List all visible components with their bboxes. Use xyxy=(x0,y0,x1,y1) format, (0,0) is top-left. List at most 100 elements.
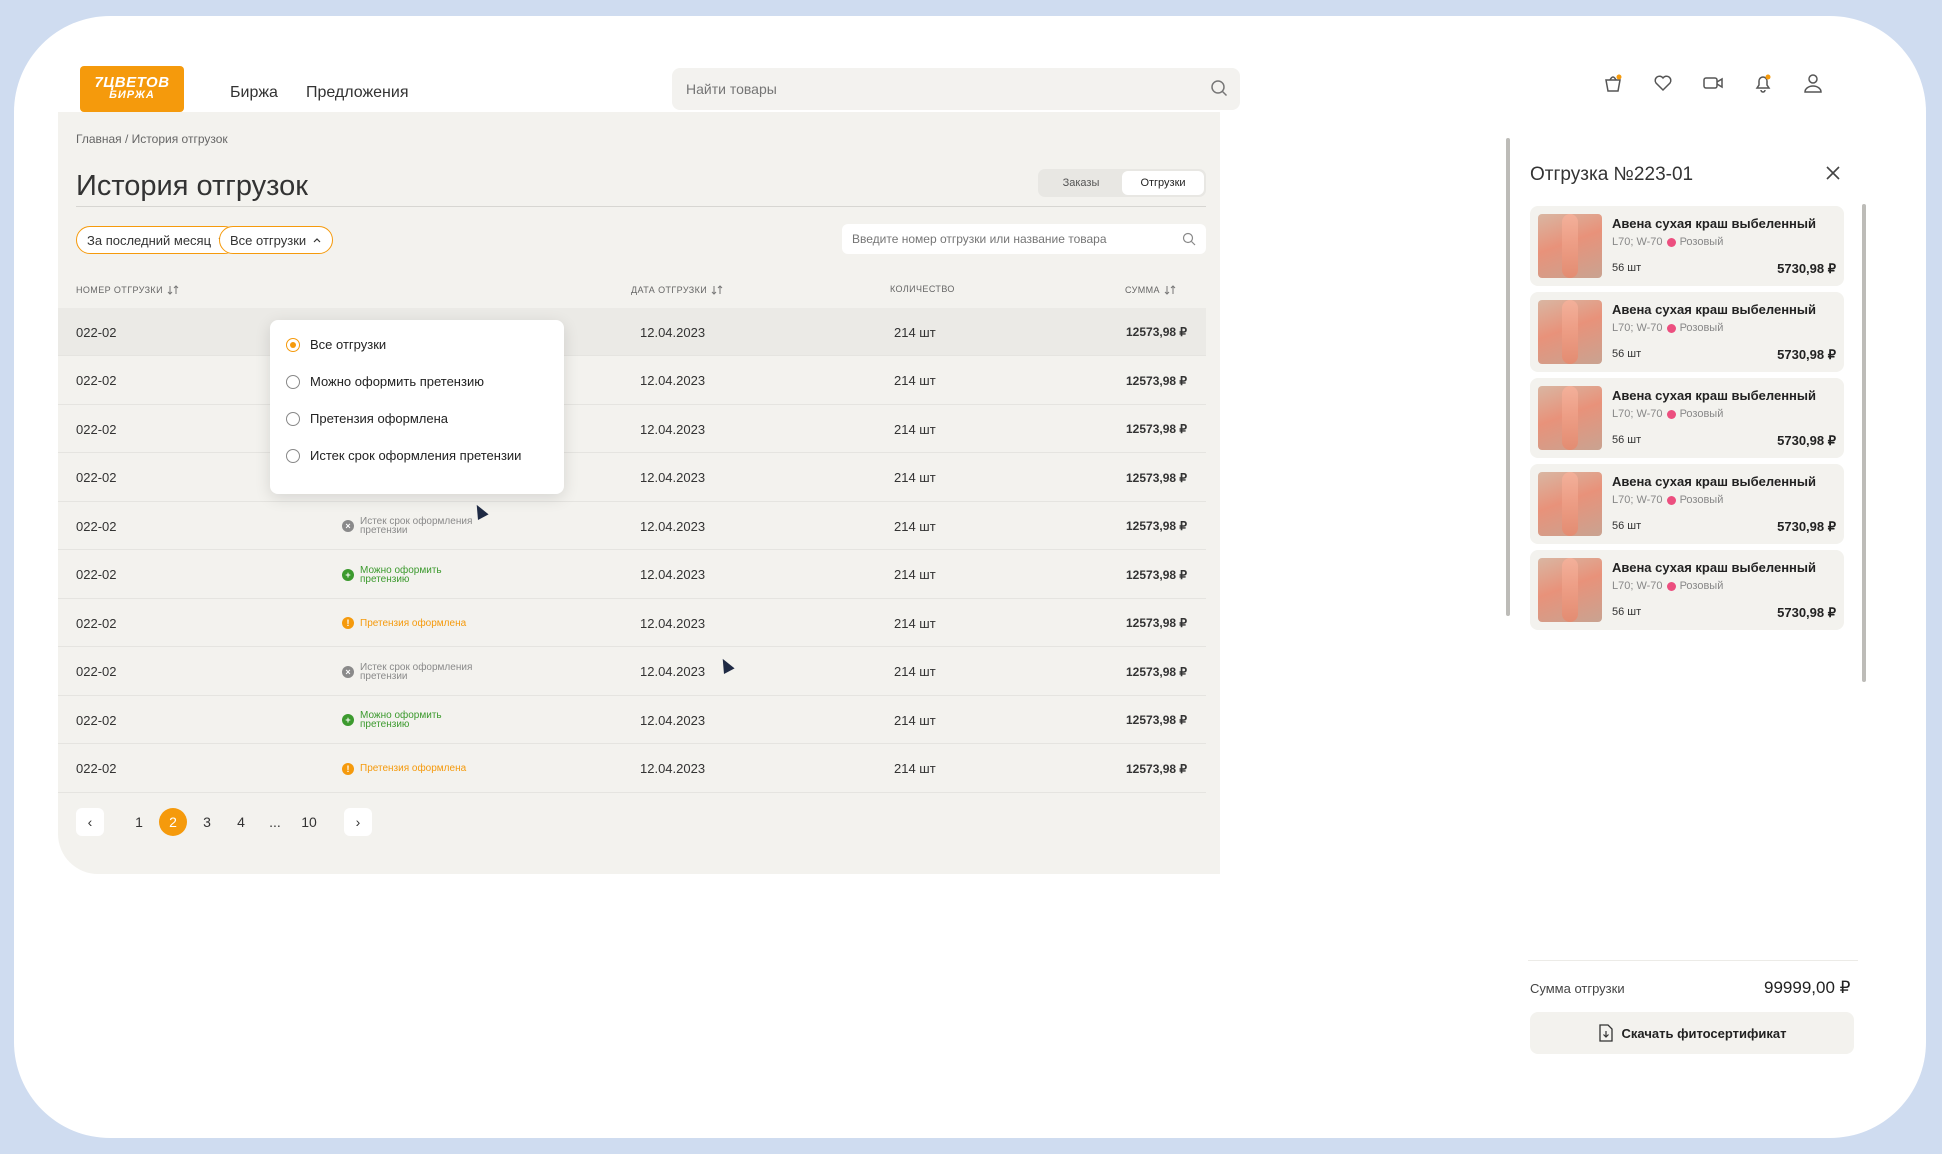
dropdown-option-can-claim[interactable]: Можно оформить претензию xyxy=(270,363,564,400)
table-row[interactable]: 022-02! Претензия оформлена 12.04.2023 214 … xyxy=(58,599,1206,647)
shipment-date: 12.04.2023 xyxy=(640,712,706,728)
column-header-sum[interactable]: СУММА xyxy=(1125,284,1176,296)
tab-orders[interactable]: Заказы xyxy=(1040,171,1122,195)
bell-icon[interactable] xyxy=(1752,72,1774,94)
dropdown-option-expired[interactable]: Истек срок оформления претензии xyxy=(270,437,564,474)
shipment-number[interactable]: 022-02 xyxy=(76,745,116,793)
shipment-date: 12.04.2023 xyxy=(640,615,706,631)
dropdown-option-all[interactable]: Все отгрузки xyxy=(270,326,564,363)
prev-page-button[interactable]: ‹ xyxy=(76,808,104,836)
shipment-item-card[interactable]: Авена сухая краш выбеленный L70; W-70 Розо… xyxy=(1530,550,1844,630)
table-row[interactable]: 022-02+Можно оформить претензию12.04.202… xyxy=(58,551,1206,599)
product-image xyxy=(1538,558,1602,622)
type-filter[interactable]: Все отгрузки xyxy=(219,226,334,254)
shipment-number[interactable]: 022-02 xyxy=(76,696,116,744)
column-header-date-label: ДАТА ОТГРУЗКИ xyxy=(631,285,708,295)
page-3[interactable]: 3 xyxy=(190,808,224,836)
table-row[interactable]: 022-02 12.04.2023 214 шт 12573,98 ₽ xyxy=(58,357,1206,405)
table-row[interactable]: 022-02 × Истек срок оформления претензии 12… xyxy=(58,502,1206,550)
table-row[interactable]: 022-02 × Истек срок оформления претензии 12… xyxy=(58,648,1206,696)
table-row[interactable]: 022-02! Претензия оформлена 12.04.2023 214 … xyxy=(58,745,1206,793)
shipment-number[interactable]: 022-02 xyxy=(76,502,116,550)
nav-item-offers[interactable]: Предложения xyxy=(306,84,409,102)
sort-icon[interactable] xyxy=(167,284,179,296)
dropdown-option-claim-done[interactable]: Претензия оформлена xyxy=(270,400,564,437)
shipment-item-card[interactable]: Авена сухая краш выбеленный L70; W-70 Розо… xyxy=(1530,292,1844,372)
heart-icon[interactable] xyxy=(1652,72,1674,94)
shipment-number[interactable]: 022-02 xyxy=(76,308,116,356)
total-value: 99999,00 ₽ xyxy=(1764,978,1851,997)
table-row[interactable]: 022-02+Можно оформить претензию12.04.202… xyxy=(58,696,1206,744)
shipment-item-card[interactable]: Авена сухая краш выбеленный L70; W-70 Розо… xyxy=(1530,206,1844,286)
shipment-qty: 214 шт xyxy=(894,518,936,534)
product-image xyxy=(1538,472,1602,536)
breadcrumb[interactable]: Главная / История отгрузок xyxy=(76,132,228,146)
shipment-search xyxy=(842,224,1206,254)
search-icon[interactable] xyxy=(1210,79,1228,102)
shipment-number[interactable]: 022-02 xyxy=(76,357,116,405)
page-title: История отгрузок xyxy=(76,170,308,202)
tab-shipments[interactable]: Отгрузки xyxy=(1122,171,1204,195)
next-page-button[interactable]: › xyxy=(344,808,372,836)
product-color: Розовый xyxy=(1679,580,1724,592)
radio-selected[interactable] xyxy=(286,337,300,352)
radio[interactable] xyxy=(286,411,300,426)
side-scrollbar[interactable] xyxy=(1862,204,1866,682)
product-image xyxy=(1538,300,1602,364)
sort-icon[interactable] xyxy=(1164,284,1176,296)
column-header-number[interactable]: НОМЕР ОТГРУЗКИ xyxy=(76,284,179,296)
main-scrollbar[interactable] xyxy=(1506,138,1510,616)
sort-icon[interactable] xyxy=(711,284,723,296)
table-row[interactable]: 022-02ия12.04.2023214 шт12573,98 ₽ xyxy=(58,308,1206,356)
color-dot-icon xyxy=(1666,495,1676,505)
shipment-qty: 214 шт xyxy=(894,664,936,679)
shipment-date: 12.04.2023 xyxy=(640,324,706,340)
video-icon[interactable] xyxy=(1702,72,1724,94)
shipment-number[interactable]: 022-02 xyxy=(76,454,116,502)
radio[interactable] xyxy=(286,448,300,463)
column-header-date[interactable]: ДАТА ОТГРУЗКИ xyxy=(631,284,723,296)
shipment-item-card[interactable]: Авена сухая краш выбеленный L70; W-70 Розо… xyxy=(1530,464,1844,544)
table-row[interactable]: 022-02+Можно оформить претензию12.04.202… xyxy=(58,454,1206,502)
product-image xyxy=(1538,386,1602,450)
product-color: Розовый xyxy=(1679,408,1724,420)
user-icon[interactable] xyxy=(1802,72,1824,94)
page-10[interactable]: 10 xyxy=(292,808,326,836)
period-filter[interactable]: За последний месяц xyxy=(76,226,239,254)
header-icons xyxy=(1602,72,1824,94)
shipment-item-card[interactable]: Авена сухая краш выбеленный L70; W-70 Розо… xyxy=(1530,378,1844,458)
product-name: Авена сухая краш выбеленный xyxy=(1612,560,1817,575)
color-dot-icon xyxy=(1666,323,1676,333)
shipment-number[interactable]: 022-02 xyxy=(76,648,116,696)
page-1[interactable]: 1 xyxy=(122,808,156,836)
column-header-sum-label: СУММА xyxy=(1125,285,1160,295)
shipment-sum: 12573,98 ₽ xyxy=(1126,567,1188,582)
shipment-number[interactable]: 022-02 xyxy=(76,551,116,599)
page-ellipsis: ... xyxy=(269,814,281,830)
close-icon[interactable] xyxy=(1824,164,1842,188)
search-icon[interactable] xyxy=(1182,232,1196,251)
shipment-number[interactable]: 022-02 xyxy=(76,405,116,453)
download-certificate-button[interactable]: Скачать фитосертификат xyxy=(1530,1012,1854,1054)
status-cell: ! Претензия оформлена xyxy=(342,599,478,647)
product-price: 5730,98 ₽ xyxy=(1777,519,1836,534)
column-header-number-label: НОМЕР ОТГРУЗКИ xyxy=(76,285,163,295)
radio[interactable] xyxy=(286,374,300,389)
shipment-search-input[interactable] xyxy=(842,224,1162,254)
global-search-input[interactable] xyxy=(672,68,1172,110)
logo[interactable]: 7ЦВЕТОВ БИРЖА xyxy=(80,66,184,112)
page-2-current[interactable]: 2 xyxy=(159,808,187,836)
product-size: L70; W-70 xyxy=(1612,322,1663,334)
basket-icon[interactable] xyxy=(1602,72,1624,94)
product-spec: L70; W-70 Розовый xyxy=(1612,580,1723,592)
divider xyxy=(76,206,1206,207)
color-dot-icon xyxy=(1666,581,1676,591)
table-row[interactable]: 022-02+Можно оформить претензию12.04.202… xyxy=(58,405,1206,453)
shipment-sum: 12573,98 ₽ xyxy=(1126,519,1188,533)
shipment-qty: 214 шт xyxy=(894,567,936,582)
nav-item-exchange[interactable]: Биржа xyxy=(230,84,278,102)
page-4[interactable]: 4 xyxy=(224,808,258,836)
document-icon xyxy=(1598,1024,1613,1042)
product-price: 5730,98 ₽ xyxy=(1777,261,1836,276)
shipment-number[interactable]: 022-02 xyxy=(76,599,116,647)
